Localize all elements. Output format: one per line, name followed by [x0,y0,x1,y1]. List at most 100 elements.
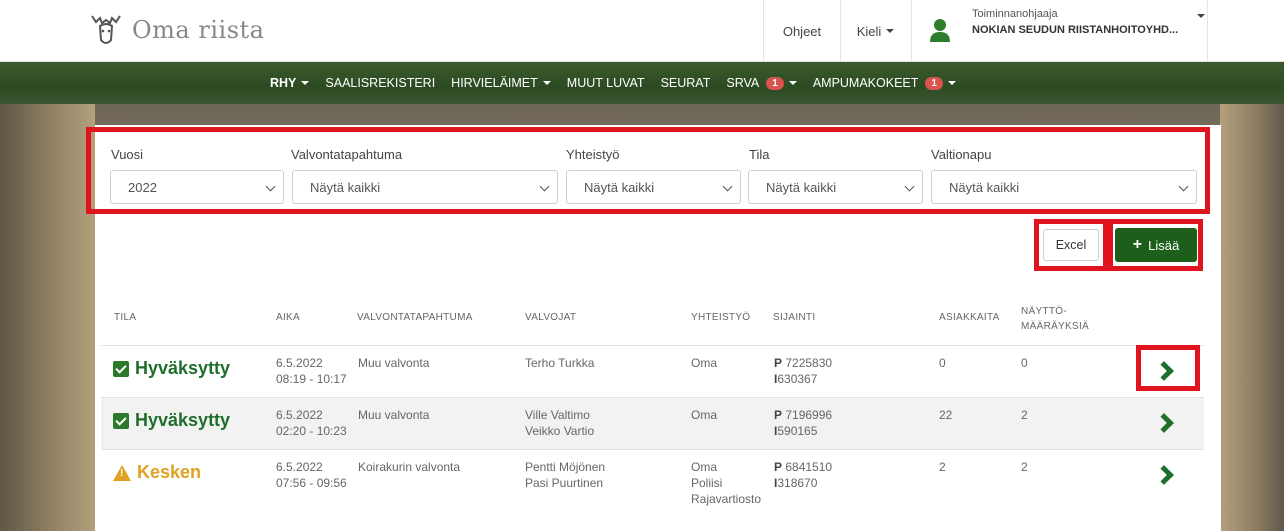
notification-badge: 1 [925,76,943,90]
p-prefix: P [774,356,783,370]
time-cell: 6.5.2022 08:19 - 10:17 [276,355,347,387]
coop-item: Oma [691,356,718,370]
user-menu[interactable]: Toiminnanohjaaja NOKIAN SEUDUN RIISTANHO… [911,0,1208,62]
col-header-coop[interactable]: YHTEISTYÖ [691,310,750,325]
col-header-customers[interactable]: ASIAKKAITA [939,310,1000,325]
supervisors-cell: Pentti Möjönen Pasi Puurtinen [525,459,605,491]
notification-badge: 1 [766,76,784,90]
aid-select[interactable]: Näytä kaikki [931,170,1197,204]
nav-item-hirvieläimet[interactable]: HIRVIELÄIMET [451,76,551,90]
state-select[interactable]: Näytä kaikki [748,170,923,204]
coop-item: Oma [691,460,718,474]
nav-item-label: RHY [270,76,297,90]
status-label: ! Kesken [113,462,201,483]
app-logo[interactable]: Oma riista [86,10,264,50]
nav-item-muut-luvat[interactable]: MUUT LUVAT [567,76,645,90]
user-icon [930,19,950,42]
excel-label: Excel [1055,238,1087,252]
supervisors-cell: Ville Valtimo Veikko Vartio [525,407,594,439]
customers-cell: 22 [939,408,953,422]
nav-item-label: SEURAT [660,76,711,90]
time-range-text: 08:19 - 10:17 [276,372,347,386]
open-detail-highlight [1136,345,1200,391]
p-coordinate: 6841510 [785,460,833,474]
customers-cell: 2 [939,460,946,474]
chevron-right-icon[interactable] [1154,465,1174,485]
language-label: Kieli [856,23,882,39]
event-cell: Koirakurin valvonta [358,460,461,474]
coop-item: Poliisi [691,476,723,490]
col-header-event[interactable]: VALVONTATAPAHTUMA [357,310,473,325]
supervisor-name: Pentti Möjönen [525,460,606,474]
time-range-text: 02:20 - 10:23 [276,424,347,438]
chevron-right-icon[interactable] [1154,413,1174,433]
p-coordinate: 7196996 [785,408,833,422]
add-label: Lisää [1148,237,1180,253]
check-square-icon [113,360,129,377]
time-cell: 6.5.2022 07:56 - 09:56 [276,459,347,491]
state-value: Näytä kaikki [766,179,837,195]
time-range-text: 07:56 - 09:56 [276,476,347,490]
nav-item-srva[interactable]: SRVA 1 [726,76,797,90]
nav-item-seurat[interactable]: SEURAT [661,76,711,90]
event-value: Näytä kaikki [310,179,381,195]
coop-select[interactable]: Näytä kaikki [566,170,741,204]
orders-cell: 2 [1021,460,1028,474]
col-header-time[interactable]: AIKA [276,310,300,325]
coop-label: Yhteistyö [566,147,620,162]
col-header-location[interactable]: SIJAINTI [773,310,815,325]
user-role: Toiminnanohjaaja [972,8,1058,20]
table-row[interactable]: Hyväksytty 6.5.2022 02:20 - 10:23 Muu valvo… [101,397,1204,449]
table-row[interactable]: ! Kesken 6.5.2022 07:56 - 09:56 Koirakurin v… [101,449,1204,531]
table-row[interactable]: Hyväksytty 6.5.2022 08:19 - 10:17 Muu valvo… [101,345,1204,397]
location-cell: P 7225830 I630367 [774,355,832,387]
warning-icon: ! [113,464,131,481]
moose-logo-icon [91,15,121,44]
status-text: Hyväksytty [135,410,231,430]
col-header-orders-line1: NÄYTTÖ- [1021,306,1067,317]
language-menu[interactable]: Kieli [840,0,910,62]
user-organization: NOKIAN SEUDUN RIISTANHOITOYHD... [972,24,1179,36]
status-label: Hyväksytty [113,358,230,379]
add-button[interactable]: + Lisää [1115,228,1197,262]
p-prefix: P [774,408,783,422]
coop-cell: Oma Poliisi Rajavartiosto [691,459,761,507]
coop-cell: Oma [691,407,717,439]
nav-item-label: AMPUMAKOKEET [812,76,919,90]
caret-down-icon [542,81,551,85]
nav-item-label: HIRVIELÄIMET [451,76,538,90]
event-select[interactable]: Näytä kaikki [292,170,558,204]
customers-cell: 0 [939,356,946,370]
col-header-orders[interactable]: NÄYTTÖ- MÄÄRÄYKSIÄ [1021,304,1089,334]
status-label: Hyväksytty [113,410,230,431]
excel-button[interactable]: Excel [1043,229,1099,261]
nav-item-rhy[interactable]: RHY [270,76,310,90]
orders-cell: 0 [1021,356,1028,370]
col-header-orders-line2: MÄÄRÄYKSIÄ [1021,321,1090,332]
nav-item-label: SAALISREKISTERI [325,76,436,90]
chevron-down-icon [265,181,276,192]
background-right [1220,104,1284,531]
date-text: 6.5.2022 [276,460,323,474]
nav-item-ampumakokeet[interactable]: AMPUMAKOKEET 1 [813,76,956,90]
coop-cell: Oma [691,355,717,387]
event-label: Valvontatapahtuma [291,147,403,162]
caret-down-icon [788,81,797,85]
caret-down-icon [1197,14,1205,18]
col-header-status[interactable]: TILA [114,310,136,325]
nav-item-saalisrekisteri[interactable]: SAALISREKISTERI [325,76,435,90]
chevron-down-icon [539,181,550,192]
help-link[interactable]: Ohjeet [763,0,840,62]
aid-value: Näytä kaikki [949,179,1020,195]
background-left [0,104,95,531]
i-coordinate: 590165 [777,424,818,438]
year-label: Vuosi [111,147,144,162]
date-text: 6.5.2022 [276,356,323,370]
top-header: Oma riista Ohjeet Kieli Toiminnanohjaaja… [0,0,1284,62]
status-text: Kesken [137,462,202,482]
chevron-down-icon [1178,181,1189,192]
supervisors-cell: Terho Turkka [525,355,594,371]
location-cell: P 7196996 I590165 [774,407,832,439]
year-select[interactable]: 2022 [110,170,284,204]
col-header-supervisors[interactable]: VALVOJAT [525,310,576,325]
